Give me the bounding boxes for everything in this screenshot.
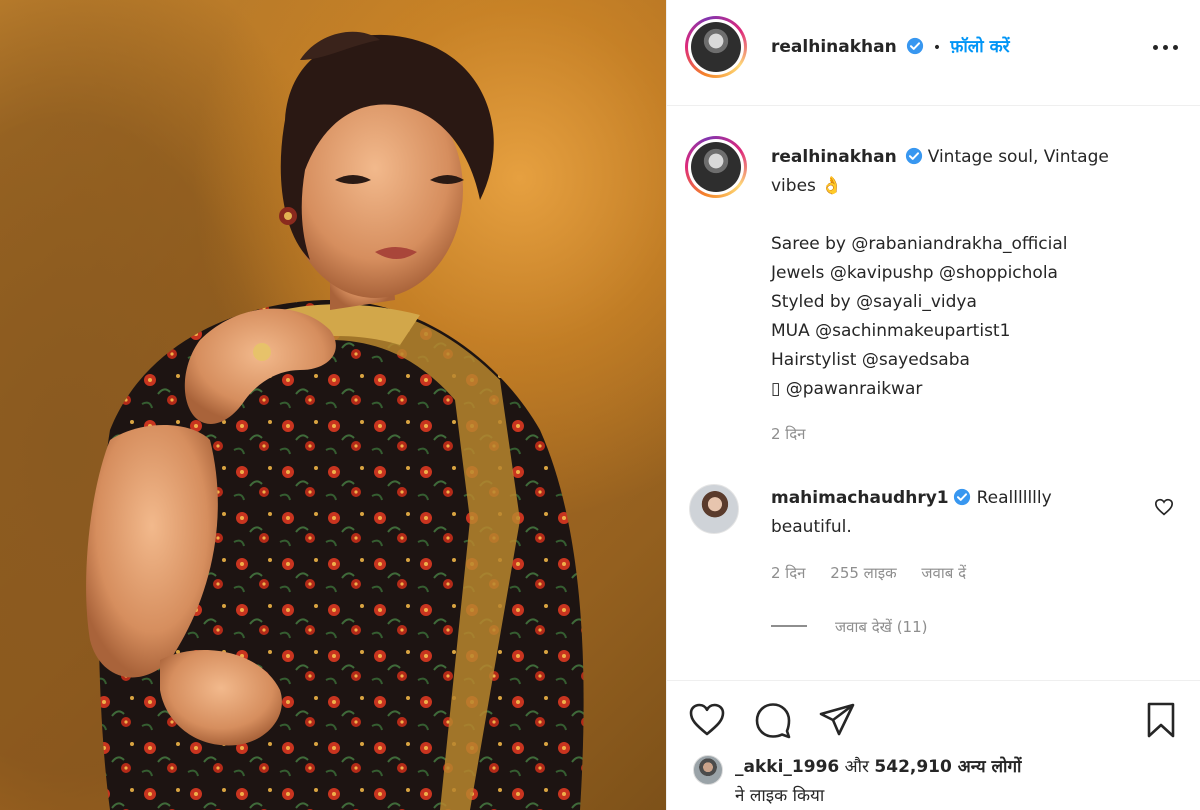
liker-username[interactable]: _akki_1996: [735, 757, 839, 777]
portrait-illustration: [86, 31, 584, 810]
caption-line-1: Vintage soul, Vintage: [927, 147, 1109, 167]
comment: mahimachaudhry1 Reallllllly beautiful.: [771, 484, 1121, 542]
caption-credit[interactable]: Hairstylist @sayedsaba: [771, 346, 1171, 375]
caption-line-2: vibes 👌: [771, 176, 843, 196]
verified-badge-icon: [905, 147, 922, 165]
likes-text: _akki_1996 और 542,910 अन्य लोगों ने लाइक…: [735, 753, 1195, 810]
comment-text-line-1: Reallllllly: [976, 488, 1052, 508]
post-photo: [0, 0, 666, 810]
caption-credit[interactable]: Styled by @sayali_vidya: [771, 288, 1171, 317]
post-header: realhinakhan • फ़ॉलो करें: [667, 0, 1200, 106]
verified-badge-icon: [906, 37, 923, 55]
commenter-avatar[interactable]: [689, 484, 739, 534]
reply-button[interactable]: जवाब दें: [921, 564, 966, 582]
comment-likes-count[interactable]: 255 लाइक: [830, 564, 896, 582]
view-replies-label[interactable]: जवाब देखें (11): [835, 618, 927, 636]
follow-button[interactable]: फ़ॉलो करें: [950, 37, 1009, 57]
save-bookmark-icon[interactable]: [1141, 700, 1181, 740]
caption-credit[interactable]: MUA @sachinmakeupartist1: [771, 317, 1171, 346]
view-replies-button[interactable]: जवाब देखें (11): [771, 617, 927, 637]
more-options-icon[interactable]: [1153, 44, 1179, 52]
others-count-link[interactable]: 542,910 अन्य लोगों: [874, 757, 1021, 777]
author-avatar[interactable]: [685, 16, 747, 78]
replies-divider-line: [771, 625, 807, 627]
caption-timestamp[interactable]: 2 दिन: [771, 424, 806, 444]
post-caption: realhinakhan Vintage soul, Vintage vibes…: [771, 143, 1171, 404]
share-paper-plane-icon[interactable]: [817, 700, 857, 740]
caption-avatar[interactable]: [685, 136, 747, 198]
comment-meta: 2 दिन 255 लाइक जवाब दें: [771, 563, 986, 583]
liker-avatar[interactable]: [693, 755, 723, 785]
post-details-pane: realhinakhan • फ़ॉलो करें realhinakhan V…: [666, 0, 1200, 810]
caption-credit[interactable]: Jewels @kavipushp @shoppichola: [771, 259, 1171, 288]
comment-like-heart-icon[interactable]: [1154, 498, 1174, 516]
comment-bubble-icon[interactable]: [753, 700, 793, 740]
comment-text-line-2: beautiful.: [771, 517, 852, 537]
comment-timestamp[interactable]: 2 दिन: [771, 564, 806, 582]
author-username[interactable]: realhinakhan: [771, 37, 897, 57]
commenter-username[interactable]: mahimachaudhry1: [771, 488, 949, 508]
verified-badge-icon: [953, 488, 970, 506]
like-heart-icon[interactable]: [687, 700, 727, 740]
caption-credit[interactable]: Saree by @rabaniandrakha_official: [771, 230, 1171, 259]
caption-username[interactable]: realhinakhan: [771, 147, 897, 167]
caption-credit[interactable]: ▯ @pawanraikwar: [771, 375, 1171, 404]
likes-suffix: ने लाइक किया: [735, 786, 825, 806]
likes-and: और: [844, 757, 869, 777]
separator-dot: •: [932, 40, 942, 56]
header-author-line: realhinakhan • फ़ॉलो करें: [771, 34, 1010, 57]
